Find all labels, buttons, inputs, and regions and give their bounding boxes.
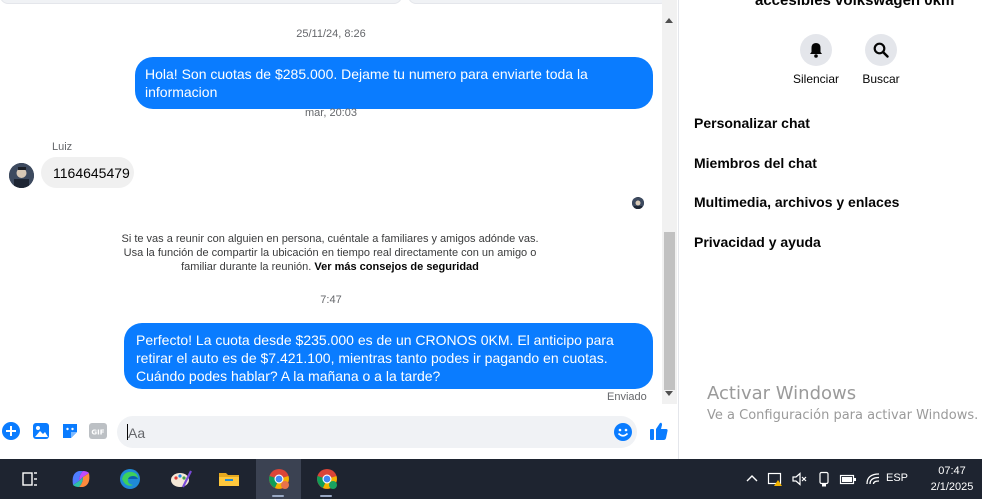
timestamp: 25/11/24, 8:26: [296, 28, 366, 40]
clock-time: 07:47: [938, 465, 966, 477]
incoming-message[interactable]: 1164645479: [41, 157, 134, 188]
scroll-up-icon[interactable]: [665, 18, 673, 23]
bell-icon: [800, 34, 832, 66]
chat-pane: 25/11/24, 8:26 Hola! Son cuotas de $285.…: [0, 0, 679, 459]
edge-icon[interactable]: [108, 459, 152, 499]
message-input-placeholder: Aa: [128, 425, 146, 441]
sender-name: Luiz: [52, 141, 73, 153]
mute-label: Silenciar: [792, 72, 840, 86]
outgoing-message[interactable]: Perfecto! La cuota desde $235.000 es de …: [124, 323, 653, 389]
battery-icon[interactable]: [838, 459, 858, 499]
menu-privacy-help[interactable]: Privacidad y ayuda: [694, 234, 821, 250]
message-list[interactable]: 25/11/24, 8:26 Hola! Son cuotas de $285.…: [0, 0, 662, 404]
thumbs-up-icon[interactable]: [649, 421, 669, 446]
chrome-profile-icon[interactable]: [304, 459, 350, 499]
message-status: Enviado: [607, 391, 647, 403]
safety-tips-link[interactable]: Ver más consejos de seguridad: [314, 261, 478, 273]
chevron-up-icon[interactable]: [742, 459, 762, 499]
clock[interactable]: 07:47 2/1/2025: [925, 463, 979, 495]
search-icon: [865, 34, 897, 66]
scrollbar[interactable]: [662, 0, 677, 404]
chat-title: accesibles volkswagen 0km: [755, 0, 955, 9]
plus-icon[interactable]: [2, 422, 20, 445]
menu-media-files-links[interactable]: Multimedia, archivos y enlaces: [694, 194, 899, 210]
volume-muted-icon[interactable]: [789, 459, 809, 499]
timestamp: 7:47: [320, 294, 342, 306]
emoji-icon[interactable]: [613, 422, 633, 442]
notification-alert-icon[interactable]: [765, 459, 785, 499]
timestamp: mar, 20:03: [305, 107, 357, 119]
search-button[interactable]: Buscar: [851, 34, 911, 86]
mute-button[interactable]: Silenciar: [786, 34, 846, 86]
message-input[interactable]: Aa: [117, 416, 637, 448]
composer: GIF Aa: [0, 412, 679, 452]
chat-info-panel: accesibles volkswagen 0km Silenciar Busc…: [680, 0, 982, 459]
outgoing-message[interactable]: Hola! Son cuotas de $285.000. Dejame tu …: [135, 57, 653, 109]
device-icon[interactable]: [814, 459, 834, 499]
scroll-thumb[interactable]: [664, 232, 675, 390]
clock-date: 2/1/2025: [930, 481, 974, 493]
safety-notice: Si te vas a reunir con alguien en person…: [120, 232, 540, 274]
gif-label: GIF: [91, 429, 104, 437]
read-receipt-avatar: [632, 197, 644, 209]
search-label: Buscar: [862, 72, 900, 86]
read-receipt-icon: [632, 198, 644, 209]
avatar-image: [9, 163, 34, 188]
file-explorer-icon[interactable]: [207, 459, 251, 499]
task-view-icon[interactable]: [8, 459, 52, 499]
taskbar: ESP 07:47 2/1/2025: [0, 459, 982, 499]
menu-chat-members[interactable]: Miembros del chat: [694, 155, 817, 171]
scroll-down-icon[interactable]: [665, 391, 673, 396]
sticker-icon[interactable]: [61, 422, 79, 445]
activate-windows-title: Activar Windows: [707, 383, 857, 404]
active-indicator: [272, 495, 284, 497]
screen: 25/11/24, 8:26 Hola! Son cuotas de $285.…: [0, 0, 982, 499]
activate-windows-subtitle: Ve a Configuración para activar Windows.: [707, 408, 979, 423]
menu-customize-chat[interactable]: Personalizar chat: [694, 115, 810, 131]
chrome-icon[interactable]: [256, 459, 301, 499]
paint-icon[interactable]: [159, 459, 203, 499]
wifi-icon[interactable]: [862, 459, 884, 499]
language-indicator[interactable]: ESP: [886, 472, 908, 484]
contact-avatar[interactable]: [9, 163, 34, 188]
running-indicator: [320, 495, 332, 497]
copilot-icon[interactable]: [59, 459, 103, 499]
gif-icon[interactable]: GIF: [89, 422, 107, 445]
photo-icon[interactable]: [32, 422, 50, 445]
